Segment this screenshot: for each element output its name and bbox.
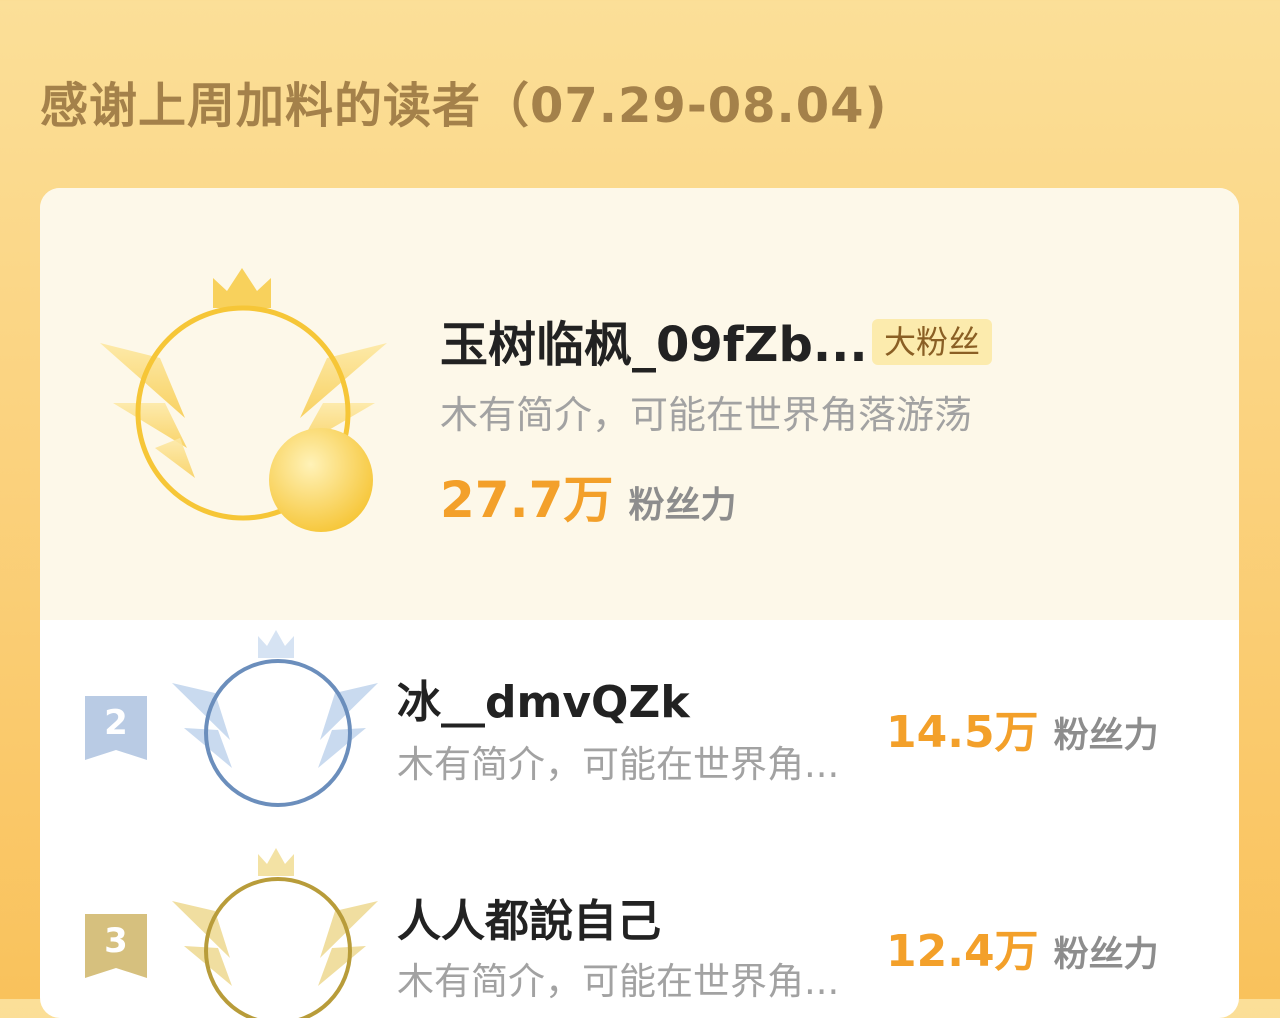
silver-crown-wings-frame-icon (172, 630, 378, 807)
bronze-crown-wings-frame-icon (172, 848, 378, 1018)
gold-crown-wings-frame-icon (100, 268, 387, 532)
rank-badge-3: 3 (85, 914, 147, 982)
fan-power: 27.7万 粉丝力 (440, 460, 736, 532)
reader-name[interactable]: 冰__dmvQZk (397, 666, 690, 730)
rank-number: 2 (104, 703, 128, 743)
fan-power: 12.4万 粉丝力 (886, 915, 1159, 979)
fan-power-label: 粉丝力 (1053, 716, 1159, 756)
avatar[interactable] (170, 846, 380, 1018)
reader-ranking-card: 玉树临枫_09fZb... 大粉丝 木有简介，可能在世界角落游荡 27.7万 粉… (40, 188, 1239, 1018)
fan-power-value: 12.4万 (886, 926, 1039, 977)
avatar[interactable] (95, 263, 395, 543)
reader-name[interactable]: 玉树临枫_09fZb... (440, 305, 868, 375)
fan-power: 14.5万 粉丝力 (886, 696, 1159, 760)
fan-power-value: 27.7万 (440, 471, 614, 529)
rank-ribbon-icon: 3 (85, 914, 147, 978)
top-reader-item[interactable]: 玉树临枫_09fZb... 大粉丝 木有简介，可能在世界角落游荡 27.7万 粉… (40, 188, 1239, 620)
rank-ribbon-icon: 2 (85, 696, 147, 760)
rank-number: 3 (104, 921, 128, 961)
reader-bio: 木有简介，可能在世界角... (397, 743, 840, 786)
fan-power-value: 14.5万 (886, 707, 1039, 758)
avatar[interactable] (170, 628, 380, 818)
reader-name[interactable]: 人人都說自己 (397, 885, 661, 949)
fan-power-label: 粉丝力 (628, 485, 737, 526)
big-fan-badge: 大粉丝 (872, 319, 993, 365)
page-title: 感谢上周加料的读者（07.29-08.04) (40, 78, 888, 134)
reader-bio: 木有简介，可能在世界角落游荡 (440, 393, 973, 437)
fan-power-label: 粉丝力 (1053, 935, 1159, 975)
rank-badge-2: 2 (85, 696, 147, 764)
reader-bio: 木有简介，可能在世界角... (397, 960, 840, 1003)
